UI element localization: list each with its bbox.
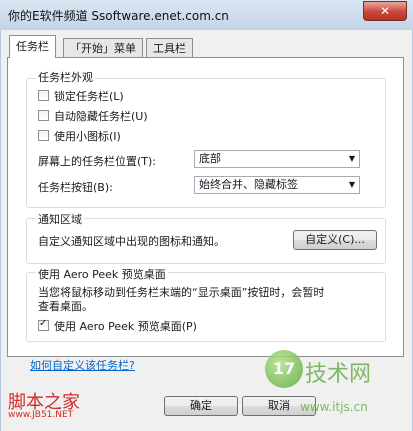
watermark-jb51-url: www.JB51.NET xyxy=(8,410,74,420)
tab-toolbars[interactable]: 工具栏 xyxy=(146,38,193,57)
buttons-select[interactable]: 始终合并、隐藏标签 ▼ xyxy=(194,176,360,194)
autohide-checkbox[interactable] xyxy=(38,110,49,121)
peek-heading: 使用 Aero Peek 预览桌面 xyxy=(36,266,168,282)
close-icon: ✕ xyxy=(379,4,391,18)
lock-taskbar-label: 锁定任务栏(L) xyxy=(54,90,124,103)
watermark-brand-name: 技术网 xyxy=(305,362,372,387)
notification-heading: 通知区域 xyxy=(36,211,84,227)
watermark-brand-url: www.itjs.cn xyxy=(300,400,368,414)
lock-taskbar-checkbox[interactable] xyxy=(38,90,49,101)
chevron-down-icon: ▼ xyxy=(348,154,355,163)
title-bar: 你的E软件频道 Ssoftware.enet.com.cn ✕ xyxy=(0,0,413,31)
customize-button[interactable]: 自定义(C)... xyxy=(293,230,377,250)
location-label: 屏幕上的任务栏位置(T): xyxy=(38,155,157,168)
close-button[interactable]: ✕ xyxy=(363,1,407,21)
peek-checkbox[interactable] xyxy=(38,318,49,331)
help-link[interactable]: 如何自定义该任务栏? xyxy=(30,357,135,373)
small-icons-label: 使用小图标(I) xyxy=(54,130,121,143)
location-value: 底部 xyxy=(199,152,221,165)
peek-description-line2: 查看桌面。 xyxy=(38,300,93,313)
chevron-down-icon: ▼ xyxy=(348,180,355,189)
tab-taskbar[interactable]: 任务栏 xyxy=(9,35,56,58)
small-icons-checkbox[interactable] xyxy=(38,130,49,141)
peek-checkbox-label: 使用 Aero Peek 预览桌面(P) xyxy=(54,320,197,333)
buttons-label: 任务栏按钮(B): xyxy=(38,181,113,194)
location-select[interactable]: 底部 ▼ xyxy=(194,150,360,168)
autohide-label: 自动隐藏任务栏(U) xyxy=(54,110,148,123)
window-title: 你的E软件频道 Ssoftware.enet.com.cn xyxy=(8,9,229,23)
tab-panel: 任务栏外观 锁定任务栏(L) 自动隐藏任务栏(U) 使用小图标(I) 屏幕上的任… xyxy=(7,57,404,357)
tab-start-menu[interactable]: 「开始」菜单 xyxy=(63,38,143,57)
notification-description: 自定义通知区域中出现的图标和通知。 xyxy=(38,235,225,248)
ok-button[interactable]: 确定 xyxy=(164,396,238,416)
brand-logo-icon: 17 xyxy=(265,350,303,388)
buttons-value: 始终合并、隐藏标签 xyxy=(199,178,298,191)
appearance-heading: 任务栏外观 xyxy=(36,69,95,85)
